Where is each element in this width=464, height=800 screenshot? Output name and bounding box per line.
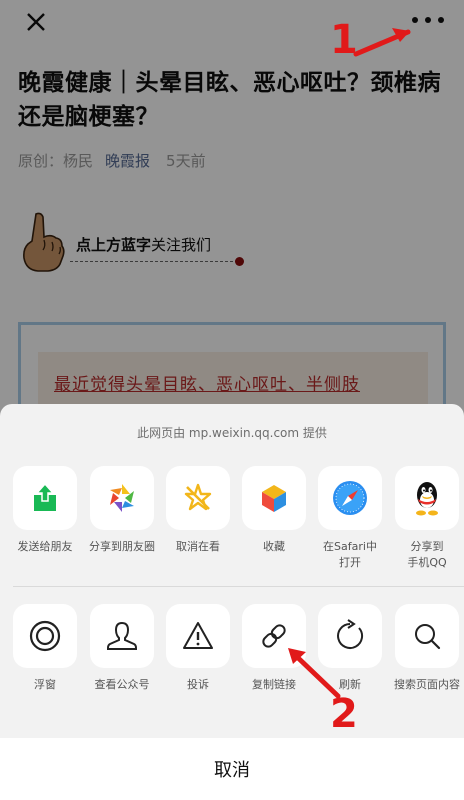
share-sheet: 此网页由 mp.weixin.qq.com 提供 发送给朋友 分享到朋友圈 取消…	[0, 404, 464, 800]
share-moments-button[interactable]: 分享到朋友圈	[89, 466, 155, 555]
annotation-step-2: 2	[330, 691, 358, 737]
search-page-button[interactable]: 搜索页面内容	[394, 604, 460, 693]
favorite-button[interactable]: 收藏	[242, 466, 306, 555]
report-warning-icon	[183, 622, 213, 649]
float-window-button[interactable]: 浮窗	[13, 604, 77, 693]
cancel-button[interactable]: 取消	[0, 738, 464, 800]
official-account-icon	[107, 621, 137, 650]
sheet-divider	[13, 586, 464, 587]
moments-icon	[110, 484, 134, 512]
search-icon	[415, 624, 441, 650]
safari-compass-icon	[333, 481, 367, 515]
annotation-arrow-1-icon	[353, 28, 411, 57]
share-arrow-icon	[34, 482, 56, 511]
unwow-icon	[184, 483, 212, 511]
open-in-safari-button[interactable]: 在Safari中 打开	[318, 466, 382, 571]
float-window-icon	[29, 620, 61, 652]
cancel-wow-button[interactable]: 取消在看	[166, 466, 230, 555]
search-page-label: 搜索页面内容	[394, 678, 460, 691]
share-to-qq-label: 分享到 手机QQ	[407, 540, 447, 569]
share-to-qq-button[interactable]: 分享到 手机QQ	[395, 466, 459, 571]
favorite-cube-icon	[262, 485, 286, 512]
report-button[interactable]: 投诉	[166, 604, 230, 693]
send-to-friend-button[interactable]: 发送给朋友	[13, 466, 77, 555]
qq-penguin-icon	[416, 482, 438, 516]
provider-note: 此网页由 mp.weixin.qq.com 提供	[137, 426, 327, 440]
view-account-button[interactable]: 查看公众号	[90, 604, 154, 693]
